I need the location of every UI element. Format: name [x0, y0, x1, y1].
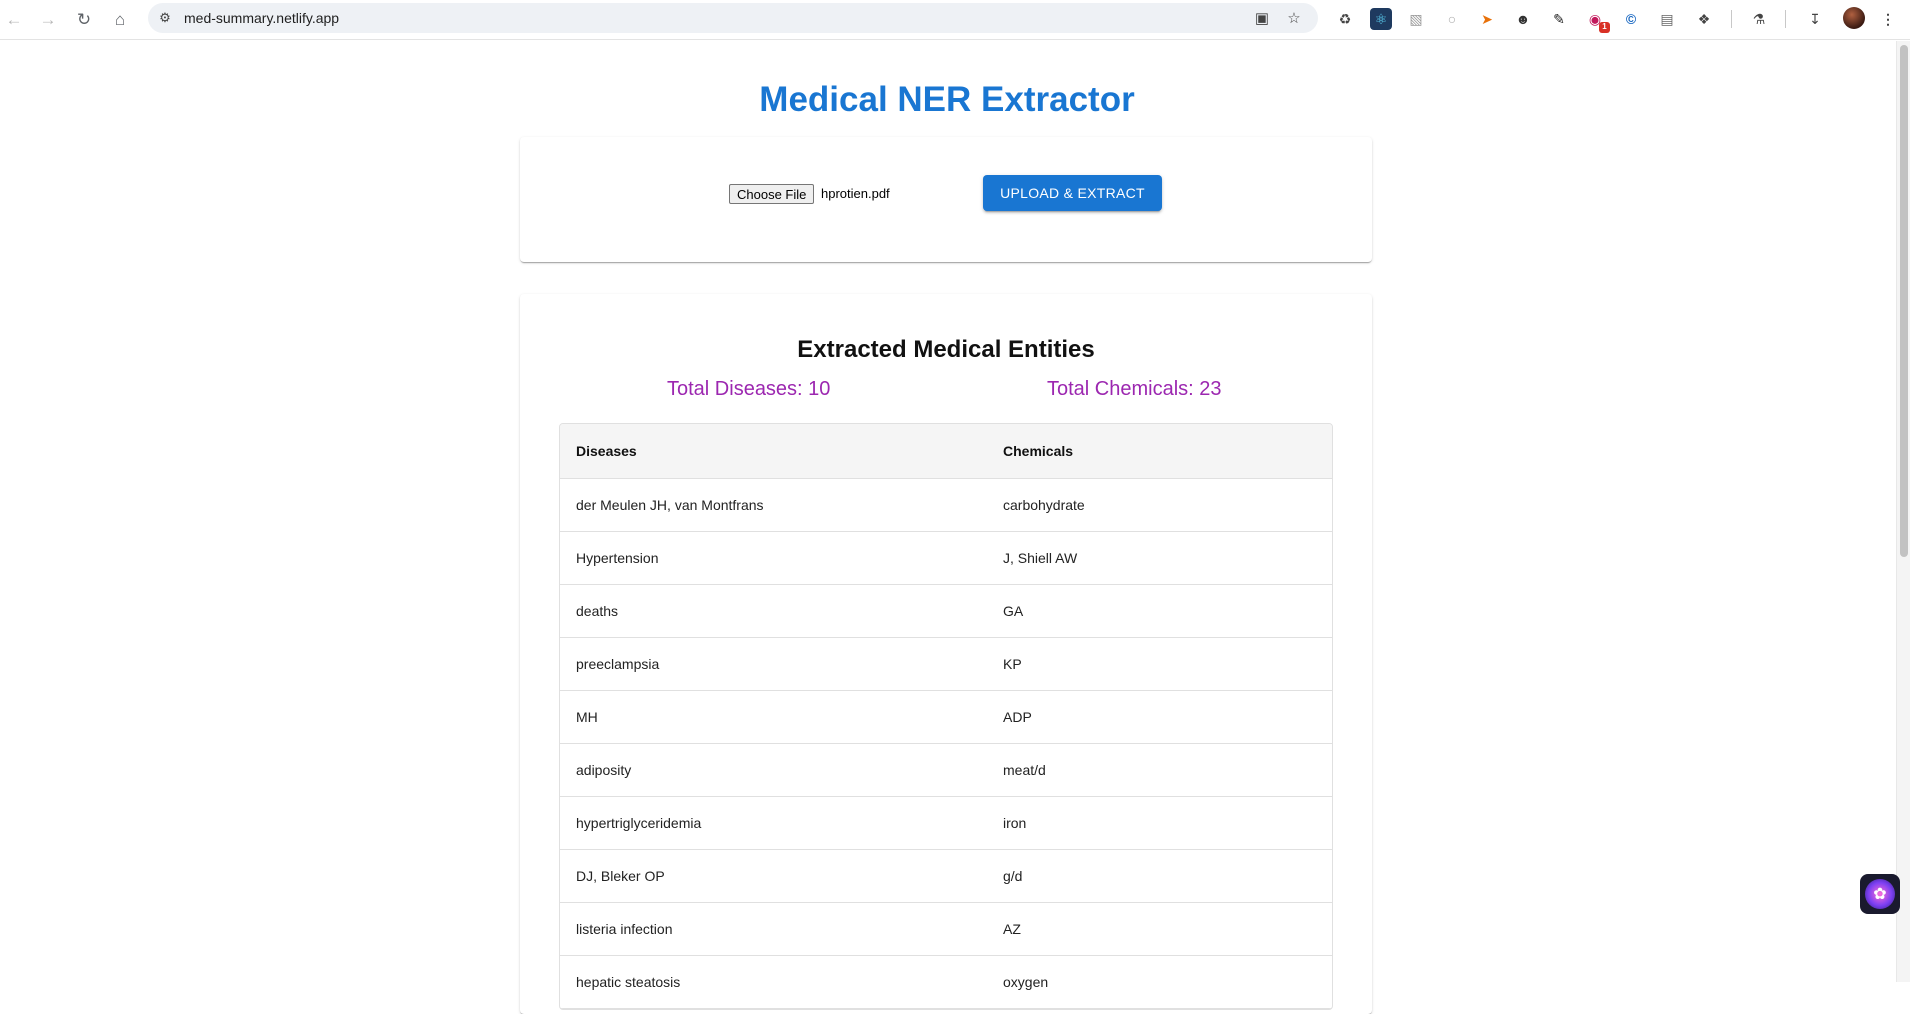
extension-recycle-icon[interactable]: ♻ [1334, 8, 1356, 30]
results-heading: Extracted Medical Entities [797, 336, 1095, 363]
bookmark-star-icon[interactable]: ☆ [1284, 8, 1304, 28]
table-row: deaths GA [560, 585, 1332, 638]
chemical-cell: g/d [1003, 868, 1023, 884]
table-row: DJ, Bleker OP g/d [560, 850, 1332, 903]
forward-icon[interactable]: → [34, 6, 62, 34]
chemical-cell: carbohydrate [1003, 497, 1085, 513]
labs-flask-icon[interactable]: ⚗ [1748, 8, 1770, 30]
scrollbar-thumb[interactable] [1900, 45, 1908, 557]
chemical-cell: iron [1003, 815, 1027, 831]
disease-cell: deaths [576, 603, 619, 619]
extension-copyright-icon[interactable]: © [1620, 8, 1642, 30]
disease-cell: preeclampsia [576, 656, 660, 672]
extension-puzzle-grey-icon[interactable]: ▧ [1405, 8, 1427, 30]
extension-edit-icon[interactable]: ▤ [1656, 8, 1678, 30]
extension-react-icon[interactable]: ⚛ [1370, 8, 1392, 30]
disease-cell: hepatic steatosis [576, 974, 681, 990]
site-info-icon[interactable]: ⚙ [156, 9, 174, 27]
chemical-cell: GA [1003, 603, 1024, 619]
upload-extract-button[interactable]: UPLOAD & EXTRACT [983, 175, 1162, 211]
home-icon[interactable]: ⌂ [106, 6, 134, 34]
total-diseases: Total Diseases: 10 [667, 378, 831, 400]
toolbar-divider [1731, 10, 1732, 28]
extension-circle-icon[interactable]: ○ [1441, 8, 1463, 30]
selected-file-name: hprotien.pdf [821, 186, 890, 201]
table-row: preeclampsia KP [560, 638, 1332, 691]
table-row: listeria infection AZ [560, 903, 1332, 956]
disease-cell: hypertriglyceridemia [576, 815, 702, 831]
profile-avatar[interactable] [1843, 7, 1865, 29]
table-row: der Meulen JH, van Montfrans carbohydrat… [560, 479, 1332, 532]
results-card: Extracted Medical Entities Total Disease… [520, 294, 1372, 1014]
toolbar-divider [1785, 10, 1786, 28]
extension-face-icon[interactable]: ☻ [1512, 8, 1534, 30]
chemical-cell: meat/d [1003, 762, 1046, 778]
table-row: MH ADP [560, 691, 1332, 744]
install-app-icon[interactable]: ▣ [1252, 8, 1272, 28]
back-icon[interactable]: ← [0, 6, 28, 34]
chemical-cell: J, Shiell AW [1003, 550, 1078, 566]
extension-eyedropper-icon[interactable]: ✎ [1548, 8, 1570, 30]
floating-assistant-button[interactable]: ✿ [1860, 874, 1900, 914]
reload-icon[interactable]: ↻ [70, 6, 98, 34]
address-bar[interactable]: ⚙ med-summary.netlify.app ▣ ☆ [148, 3, 1318, 33]
table-row: Hypertension J, Shiell AW [560, 532, 1332, 585]
chemical-cell: AZ [1003, 921, 1021, 937]
extension-badge-icon[interactable]: ◉ 1 [1584, 8, 1610, 33]
table-row: adiposity meat/d [560, 744, 1332, 797]
upload-card: Choose File hprotien.pdf UPLOAD & EXTRAC… [520, 137, 1372, 262]
table-header: Diseases Chemicals [560, 424, 1332, 479]
disease-cell: adiposity [576, 762, 632, 778]
disease-cell: MH [576, 709, 598, 725]
total-chemicals: Total Chemicals: 23 [1047, 378, 1222, 400]
assistant-flower-icon: ✿ [1865, 879, 1895, 909]
column-header-chemicals: Chemicals [1003, 443, 1074, 459]
disease-cell: listeria infection [576, 921, 673, 937]
disease-cell: DJ, Bleker OP [576, 868, 665, 884]
entities-table: Diseases Chemicals der Meulen JH, van Mo… [559, 423, 1333, 1010]
extension-badge-count: 1 [1599, 22, 1610, 33]
page-scrollbar[interactable] [1896, 41, 1910, 982]
table-row: hepatic steatosis oxygen [560, 956, 1332, 1009]
browser-toolbar: ← → ↻ ⌂ ⚙ med-summary.netlify.app ▣ ☆ ♻ … [0, 0, 1910, 40]
downloads-icon[interactable]: ↧ [1804, 8, 1826, 30]
disease-cell: Hypertension [576, 550, 659, 566]
disease-cell: der Meulen JH, van Montfrans [576, 497, 764, 513]
table-row: hypertriglyceridemia iron [560, 797, 1332, 850]
column-header-diseases: Diseases [576, 443, 637, 459]
url-text[interactable]: med-summary.netlify.app [184, 10, 339, 26]
page-title: Medical NER Extractor [759, 80, 1135, 119]
choose-file-button[interactable]: Choose File [729, 184, 815, 204]
chemical-cell: KP [1003, 656, 1022, 672]
chemical-cell: ADP [1003, 709, 1032, 725]
menu-kebab-icon[interactable]: ⋮ [1877, 8, 1899, 30]
extensions-puzzle-icon[interactable]: ❖ [1693, 8, 1715, 30]
chemical-cell: oxygen [1003, 974, 1049, 990]
extension-megaphone-icon[interactable]: ➤ [1476, 8, 1498, 30]
